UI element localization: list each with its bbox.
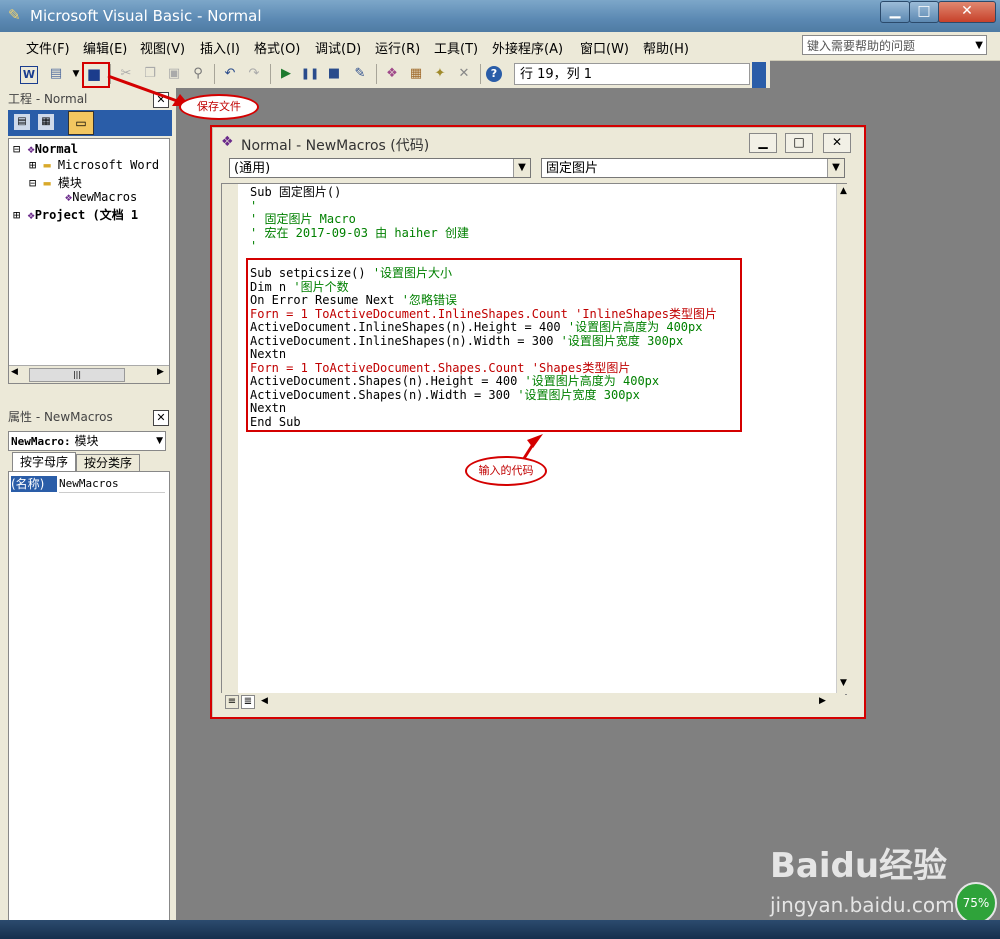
menu-debug[interactable]: 调试(D): [315, 38, 361, 57]
baidu-watermark-url: jingyan.baidu.com: [770, 893, 955, 917]
scroll-thumb[interactable]: |||: [29, 368, 125, 382]
help-icon[interactable]: ?: [486, 66, 502, 82]
menu-view[interactable]: 视图(V): [140, 38, 185, 57]
object-name: NewMacro:: [11, 435, 71, 448]
tree-node-modules[interactable]: ⊟ ▬ 模块: [29, 174, 82, 191]
properties-grid: (名称) NewMacros: [8, 471, 170, 928]
project-tree: ⊟ ❖Normal ⊞ ▬ Microsoft Word ⊟ ▬ 模块 ❖New…: [8, 138, 170, 384]
property-value[interactable]: NewMacros: [59, 476, 165, 493]
object-type: 模块: [74, 434, 99, 448]
scroll-left-icon[interactable]: ◀: [11, 367, 18, 377]
help-search-input[interactable]: 键入需要帮助的问题 ▼: [802, 35, 987, 55]
title-bar: ✎ Microsoft Visual Basic - Normal ▁ □ ✕: [0, 0, 1000, 32]
vb-app-icon: ✎: [8, 6, 21, 24]
menu-tools[interactable]: 工具(T): [434, 38, 478, 57]
menu-help[interactable]: 帮助(H): [643, 38, 689, 57]
redo-icon[interactable]: ↷: [244, 64, 264, 84]
properties-object-select[interactable]: NewMacro: 模块 ▼: [8, 431, 166, 451]
taskbar: [0, 920, 1000, 939]
toggle-folders-icon[interactable]: ▭: [68, 111, 94, 135]
close-icon[interactable]: ✕: [153, 410, 169, 426]
menu-run[interactable]: 运行(R): [375, 38, 420, 57]
minimize-button[interactable]: ▁: [880, 1, 910, 23]
property-key[interactable]: (名称): [11, 476, 57, 492]
toolbar-separator: [376, 64, 377, 84]
baidu-watermark-logo: Baidu经验: [770, 846, 948, 886]
menu-addins[interactable]: 外接程序(A): [492, 38, 563, 57]
chevron-down-icon[interactable]: ▼: [156, 432, 163, 450]
tree-node-newmacros[interactable]: ❖NewMacros: [65, 190, 137, 204]
properties-icon[interactable]: ▦: [406, 64, 426, 84]
run-icon[interactable]: ▶: [276, 64, 296, 84]
tab-alphabetic[interactable]: 按字母序: [12, 452, 76, 471]
tree-hscrollbar[interactable]: ◀ ||| ▶: [9, 365, 169, 383]
tree-node-project[interactable]: ⊞ ❖Project (文档 1: [13, 206, 138, 223]
toolbar-separator: [480, 64, 481, 84]
word-icon[interactable]: W: [20, 66, 38, 84]
object-browser-icon[interactable]: ✦: [430, 64, 450, 84]
menu-file[interactable]: 文件(F): [26, 38, 70, 57]
pause-icon[interactable]: ❚❚: [300, 64, 320, 84]
close-button[interactable]: ✕: [938, 1, 996, 23]
progress-badge: 75%: [955, 882, 997, 924]
menu-format[interactable]: 格式(O): [254, 38, 300, 57]
chevron-down-icon[interactable]: ▼: [975, 36, 983, 56]
project-explorer-icon[interactable]: ❖: [382, 64, 402, 84]
insert-module-icon[interactable]: ▤: [46, 64, 66, 84]
tree-node-normal[interactable]: ⊟ ❖Normal: [13, 142, 78, 156]
tab-categorized[interactable]: 按分类序: [76, 454, 140, 472]
help-search-placeholder: 键入需要帮助的问题: [807, 39, 916, 53]
code-annotation: 输入的代码: [465, 456, 547, 486]
window-title: Microsoft Visual Basic - Normal: [30, 7, 262, 25]
toolbar-options-handle[interactable]: [752, 62, 766, 88]
menu-insert[interactable]: 插入(I): [200, 38, 240, 57]
stop-icon[interactable]: ■: [324, 64, 344, 84]
menu-window[interactable]: 窗口(W): [580, 38, 629, 57]
tree-node-word-objects[interactable]: ⊞ ▬ Microsoft Word: [29, 158, 159, 172]
view-object-icon[interactable]: ▦: [38, 114, 54, 130]
design-mode-icon[interactable]: ✎: [350, 64, 370, 84]
scroll-right-icon[interactable]: ▶: [157, 367, 164, 377]
toolbar-separator: [270, 64, 271, 84]
undo-icon[interactable]: ↶: [220, 64, 240, 84]
save-file-annotation: 保存文件: [179, 94, 259, 120]
toolbox-icon[interactable]: ✕: [454, 64, 474, 84]
menu-edit[interactable]: 编辑(E): [83, 38, 127, 57]
toolbar-separator: [214, 64, 215, 84]
properties-panel-title: 属性 - NewMacros: [8, 410, 113, 424]
code-highlight-box: [246, 258, 742, 432]
restore-button[interactable]: □: [909, 1, 939, 23]
cursor-position-label: 行 19，列 1: [514, 63, 750, 85]
view-code-icon[interactable]: ▤: [14, 114, 30, 130]
